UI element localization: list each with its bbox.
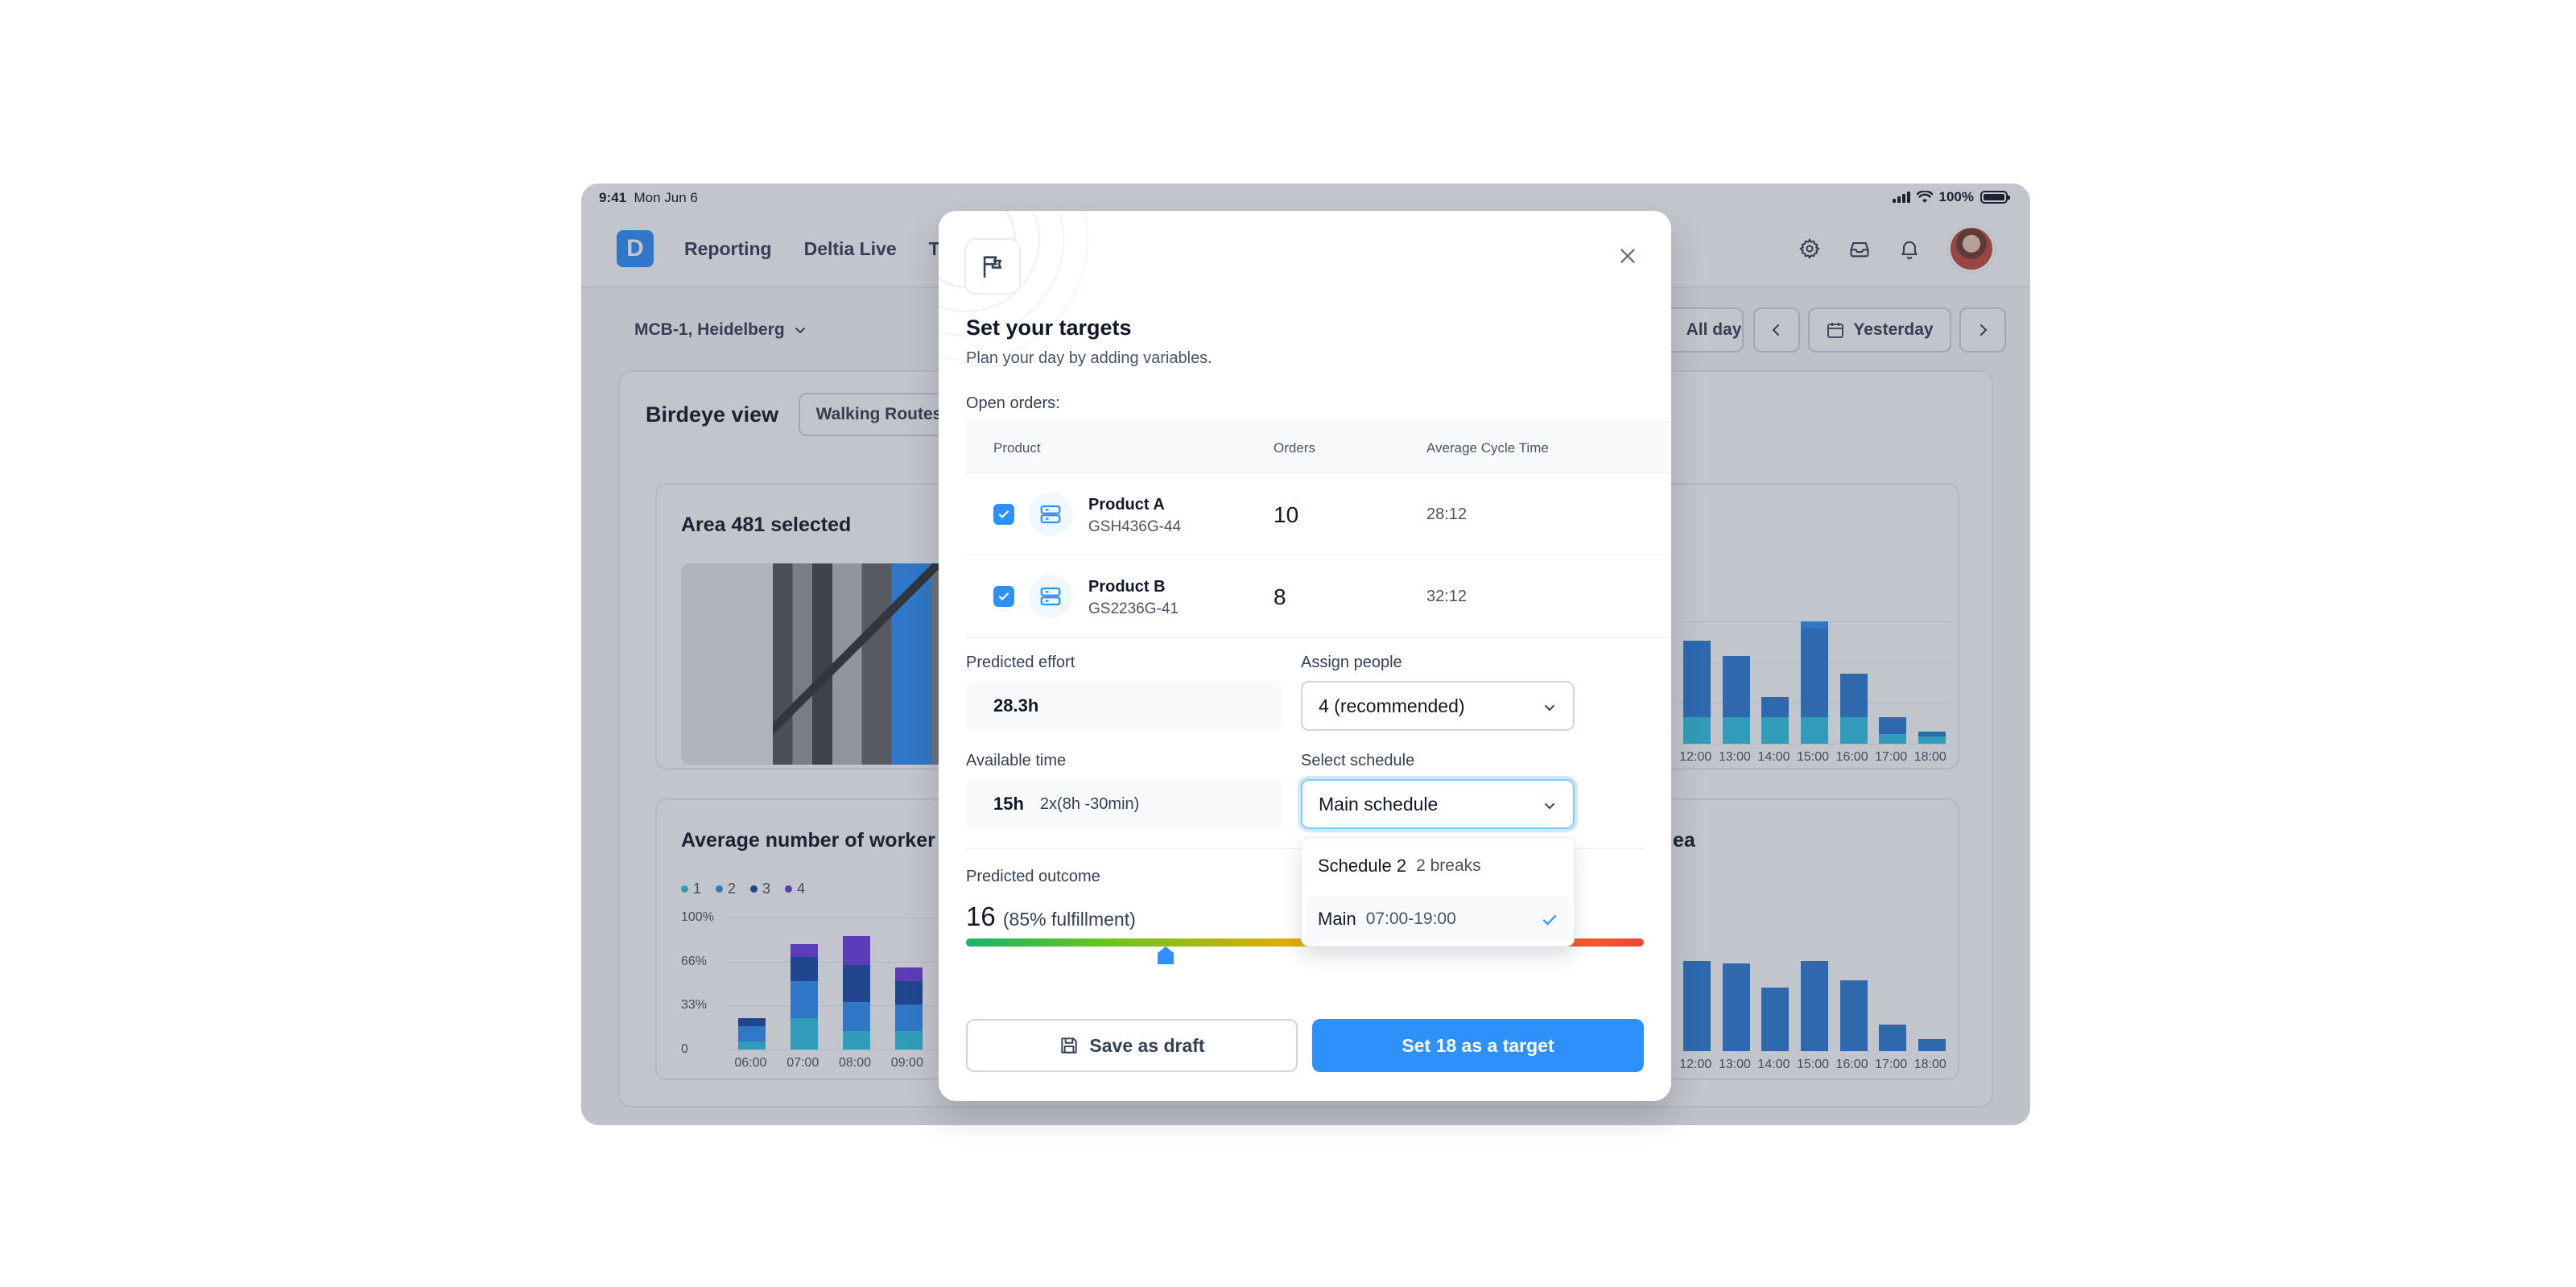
close-icon [1620, 249, 1635, 263]
predicted-outcome-label: Predicted outcome [966, 868, 1100, 885]
set-target-label: Set 18 as a target [1402, 1034, 1554, 1056]
decorative-rings [939, 211, 1088, 361]
option-detail: 07:00-19:00 [1365, 910, 1456, 928]
outcome-slider-thumb[interactable] [1158, 947, 1174, 964]
product-orders: 10 [1274, 502, 1299, 527]
open-orders-label: Open orders: [966, 394, 1060, 412]
option-detail: 2 breaks [1416, 856, 1481, 875]
option-name: Schedule 2 [1318, 856, 1407, 876]
chevron-down-icon [1545, 705, 1554, 712]
product-name: Product B [1088, 578, 1166, 596]
save-icon [1061, 1037, 1078, 1054]
table-row: Product B GS2236G-41 8 32:12 [966, 555, 1671, 637]
product-cycle: 28:12 [1426, 505, 1468, 523]
product-cycle: 32:12 [1426, 588, 1468, 605]
product-code: GS2236G-41 [1088, 600, 1179, 617]
assign-people-value: 4 (recommended) [1319, 695, 1465, 716]
col-product: Product [993, 440, 1041, 456]
assign-people-label: Assign people [1301, 654, 1402, 671]
product-orders: 8 [1274, 584, 1286, 609]
modal-subtitle: Plan your day by adding variables. [966, 349, 1212, 367]
product-checkbox[interactable] [993, 586, 1014, 607]
available-time-field: 15h 2x(8h -30min) [966, 779, 1283, 829]
product-code: GSH436G-44 [1088, 518, 1182, 535]
product-icon-box [1029, 575, 1072, 618]
flag-icon-box [964, 238, 1021, 295]
check-icon [998, 592, 1009, 601]
set-targets-modal: Set your targets Plan your day by adding… [939, 211, 1671, 1101]
predicted-effort-value: 28.3h [993, 695, 1039, 716]
table-row: Product A GSH436G-44 10 28:12 [966, 473, 1671, 555]
server-icon [1040, 587, 1061, 606]
col-orders: Orders [1274, 440, 1315, 456]
schedule-value: Main schedule [1319, 793, 1439, 815]
table-header: Product Orders Average Cycle Time [966, 422, 1671, 473]
outcome-detail: (85% fulfillment) [1002, 909, 1136, 930]
schedule-dropdown: Schedule 2 2 breaks Main 07:00-19:00 [1301, 837, 1575, 947]
select-schedule-label: Select schedule [1301, 752, 1415, 769]
predicted-effort-label: Predicted effort [966, 654, 1075, 671]
available-time-value: 15h [993, 794, 1024, 814]
set-target-button[interactable]: Set 18 as a target [1312, 1019, 1644, 1072]
predicted-outcome: 16 (85% fulfillment) [966, 901, 1136, 932]
server-icon [1040, 505, 1061, 524]
predicted-effort-field: 28.3h [966, 681, 1283, 731]
save-draft-button[interactable]: Save as draft [966, 1019, 1298, 1072]
product-name: Product A [1088, 496, 1165, 514]
schedule-select[interactable]: Main schedule [1301, 779, 1575, 829]
close-button[interactable] [1612, 240, 1644, 272]
schedule-option[interactable]: Schedule 2 2 breaks [1307, 843, 1569, 889]
orders-table: Product Orders Average Cycle Time Produc… [966, 422, 1671, 637]
option-name: Main [1318, 909, 1356, 929]
schedule-option-selected[interactable]: Main 07:00-19:00 [1307, 896, 1569, 943]
available-time-detail: 2x(8h -30min) [1039, 794, 1140, 813]
check-icon [1542, 914, 1557, 926]
modal-title: Set your targets [966, 316, 1132, 340]
available-time-label: Available time [966, 752, 1067, 769]
product-checkbox[interactable] [993, 504, 1014, 525]
flag-icon [983, 256, 1002, 278]
col-cycle: Average Cycle Time [1426, 440, 1549, 456]
product-icon-box [1029, 493, 1072, 536]
save-draft-label: Save as draft [1089, 1034, 1205, 1056]
outcome-value: 16 [966, 901, 996, 931]
chevron-down-icon [1545, 803, 1554, 810]
check-icon [998, 510, 1009, 519]
assign-people-select[interactable]: 4 (recommended) [1301, 681, 1575, 731]
